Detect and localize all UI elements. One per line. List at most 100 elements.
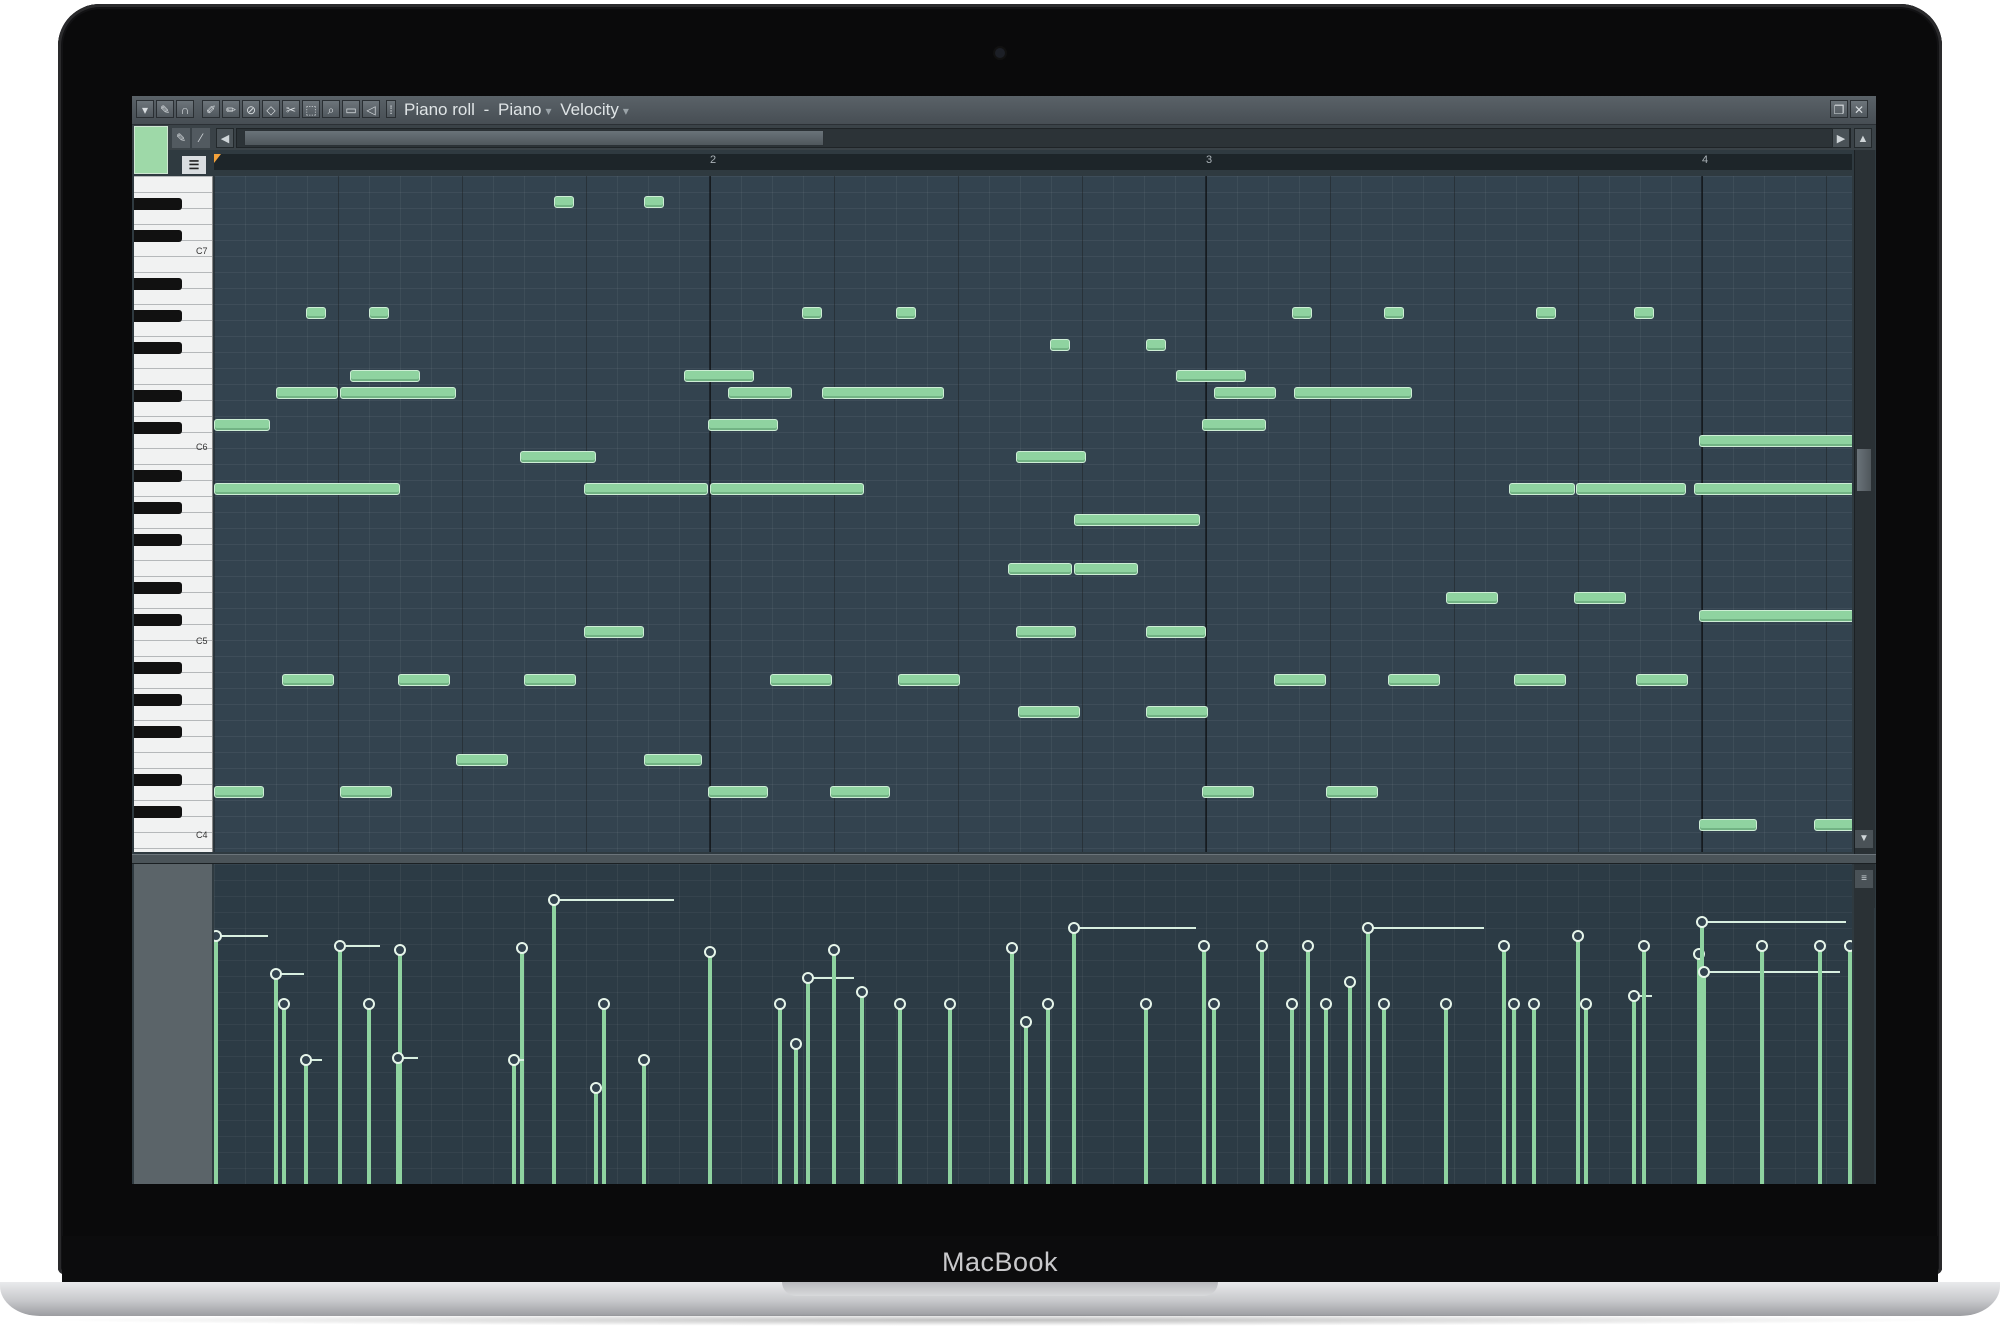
- velocity-stem[interactable]: [1696, 916, 1846, 1184]
- title-target[interactable]: Velocity: [560, 100, 619, 119]
- note[interactable]: [306, 307, 326, 319]
- velocity-stem[interactable]: [1068, 922, 1196, 1184]
- velocity-stem[interactable]: [334, 940, 380, 1184]
- black-key[interactable]: [134, 390, 182, 402]
- note[interactable]: [1074, 563, 1138, 575]
- note[interactable]: [1018, 706, 1080, 718]
- velocity-stem[interactable]: [1320, 998, 1332, 1184]
- note[interactable]: [520, 451, 596, 463]
- scroll-right-icon[interactable]: ▶: [1832, 128, 1850, 148]
- note[interactable]: [1202, 786, 1254, 798]
- note[interactable]: [1146, 339, 1166, 351]
- mute-icon[interactable]: ◇: [262, 100, 280, 118]
- note[interactable]: [1214, 387, 1276, 399]
- black-key[interactable]: [134, 726, 182, 738]
- velocity-stem[interactable]: [1498, 940, 1510, 1184]
- velocity-stem[interactable]: [1756, 940, 1768, 1184]
- black-key[interactable]: [134, 198, 182, 210]
- velocity-stem[interactable]: [638, 1054, 650, 1184]
- velocity-stem[interactable]: [214, 930, 268, 1184]
- velocity-stem[interactable]: [590, 1082, 602, 1184]
- velocity-stem[interactable]: [392, 1052, 418, 1184]
- note[interactable]: [214, 419, 270, 431]
- velocity-stem[interactable]: [1814, 940, 1826, 1184]
- note[interactable]: [710, 483, 864, 495]
- note[interactable]: [276, 387, 338, 399]
- black-key[interactable]: [134, 534, 182, 546]
- vertical-scrollbar[interactable]: [1854, 150, 1875, 908]
- black-key[interactable]: [134, 662, 182, 674]
- velocity-stem[interactable]: [1208, 998, 1220, 1184]
- note[interactable]: [1536, 307, 1556, 319]
- velocity-stem[interactable]: [1006, 942, 1018, 1184]
- note[interactable]: [214, 786, 264, 798]
- black-key[interactable]: [134, 278, 182, 290]
- horizontal-scroll-thumb[interactable]: [244, 130, 824, 146]
- note[interactable]: [1016, 451, 1086, 463]
- note[interactable]: [1699, 819, 1757, 831]
- note[interactable]: [896, 307, 916, 319]
- note-grid[interactable]: [214, 176, 1852, 852]
- select-icon[interactable]: ⬚: [302, 100, 320, 118]
- note[interactable]: [214, 483, 400, 495]
- note[interactable]: [1326, 786, 1378, 798]
- note[interactable]: [1016, 626, 1076, 638]
- lane-divider[interactable]: [132, 854, 1876, 864]
- note[interactable]: [282, 674, 334, 686]
- note[interactable]: [644, 196, 664, 208]
- velocity-stem[interactable]: [548, 894, 674, 1184]
- slice-icon[interactable]: ✂: [282, 100, 300, 118]
- velocity-stem[interactable]: [1042, 998, 1054, 1184]
- note[interactable]: [1514, 674, 1566, 686]
- velocity-stem[interactable]: [774, 998, 786, 1184]
- velocity-lane[interactable]: [214, 864, 1852, 1184]
- window-title[interactable]: Piano roll - Piano ▾ Velocity ▾: [404, 100, 633, 120]
- velocity-stem[interactable]: [1440, 998, 1452, 1184]
- note[interactable]: [830, 786, 890, 798]
- note[interactable]: [398, 674, 450, 686]
- note[interactable]: [554, 196, 574, 208]
- velocity-stem[interactable]: [1844, 940, 1852, 1184]
- velocity-stem[interactable]: [1528, 998, 1540, 1184]
- black-key[interactable]: [134, 230, 182, 242]
- velocity-stem[interactable]: [802, 972, 854, 1184]
- playback-icon[interactable]: ▭: [342, 100, 360, 118]
- black-key[interactable]: [134, 774, 182, 786]
- velocity-stem[interactable]: [1344, 976, 1356, 1184]
- vertical-scroll-thumb[interactable]: [1856, 448, 1872, 492]
- note[interactable]: [1384, 307, 1404, 319]
- note[interactable]: [684, 370, 754, 382]
- velocity-stem[interactable]: [1580, 998, 1592, 1184]
- note[interactable]: [1176, 370, 1246, 382]
- velocity-stem[interactable]: [1378, 998, 1390, 1184]
- timeline-ruler[interactable]: 2 3 4: [214, 154, 1852, 170]
- note[interactable]: [1636, 674, 1688, 686]
- velocity-stem[interactable]: [894, 998, 906, 1184]
- black-key[interactable]: [134, 470, 182, 482]
- black-key[interactable]: [134, 614, 182, 626]
- scroll-down-icon[interactable]: ▼: [1855, 830, 1873, 848]
- velocity-stem[interactable]: [363, 998, 375, 1184]
- chevron-down-icon[interactable]: ▾: [546, 104, 552, 118]
- note[interactable]: [340, 387, 456, 399]
- note[interactable]: [1146, 626, 1206, 638]
- paint-icon[interactable]: ✏: [222, 100, 240, 118]
- close-icon[interactable]: ✕: [1850, 100, 1868, 118]
- scroll-left-icon[interactable]: ◀: [216, 128, 234, 148]
- velocity-stem[interactable]: [1638, 940, 1650, 1184]
- detach-icon[interactable]: ❐: [1830, 100, 1848, 118]
- velocity-stem[interactable]: [1362, 922, 1484, 1184]
- black-key[interactable]: [134, 694, 182, 706]
- note[interactable]: [350, 370, 420, 382]
- piano-roll-menu-button[interactable]: ☰: [182, 156, 206, 174]
- zoom-out-icon[interactable]: ▲: [1854, 128, 1872, 148]
- note[interactable]: [584, 483, 708, 495]
- note[interactable]: [1388, 674, 1440, 686]
- note[interactable]: [1274, 674, 1326, 686]
- note[interactable]: [728, 387, 792, 399]
- velocity-stem[interactable]: [278, 998, 290, 1184]
- velocity-stem[interactable]: [704, 946, 716, 1184]
- speaker-icon[interactable]: ◁: [362, 100, 380, 118]
- velocity-zoom-icon[interactable]: ≡: [1855, 870, 1873, 888]
- velocity-stems[interactable]: [214, 864, 1852, 1184]
